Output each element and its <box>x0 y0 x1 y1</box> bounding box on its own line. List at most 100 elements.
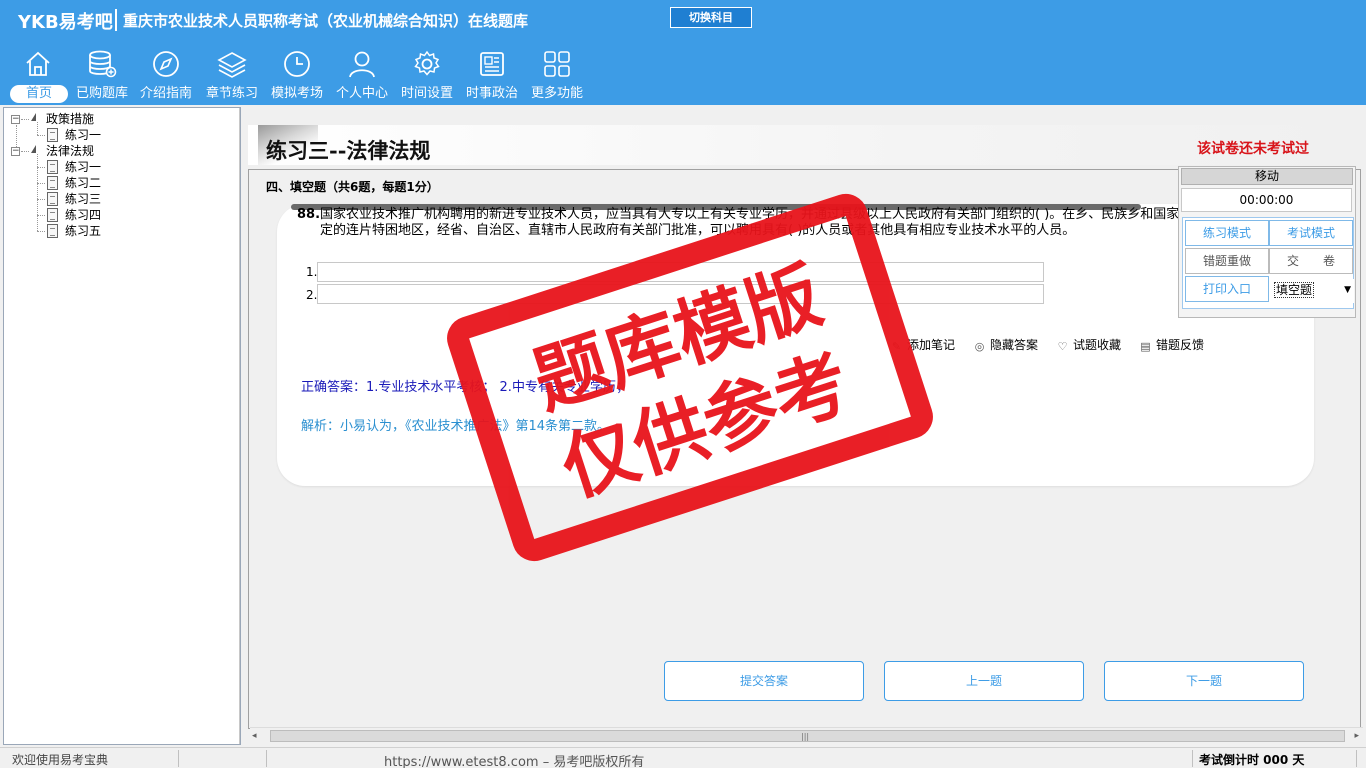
section-heading: 四、填空题（共6题，每题1分） <box>266 180 439 194</box>
nav-home[interactable]: 首页 <box>6 45 70 103</box>
prev-question-button[interactable]: 上一题 <box>884 661 1084 701</box>
grid-icon <box>544 51 570 77</box>
answer-input-2[interactable] <box>317 284 1044 304</box>
collapse-toggle-icon[interactable]: − <box>11 115 20 124</box>
chapter-tree: − 政策措施 练习一 − 法律法规 练习一 练习二 练习三 练习四 练习五 <box>3 107 241 745</box>
exam-status-text: 该试卷还未考试过 <box>1197 141 1309 157</box>
tree-connector <box>21 119 29 120</box>
add-note-button[interactable]: ✎ 添加笔记 <box>890 336 955 353</box>
tree-item-exercise[interactable]: 练习一 <box>65 127 101 143</box>
nav-chapter-practice[interactable]: 章节练习 <box>200 45 264 103</box>
eye-icon: ◎ <box>974 340 985 353</box>
nav-time-settings[interactable]: 时间设置 <box>395 45 459 103</box>
tree-item-exercise[interactable]: 练习一 <box>65 159 101 175</box>
layers-icon <box>217 52 247 78</box>
tree-connector <box>37 167 45 168</box>
nav-label: 已购题库 <box>75 86 128 101</box>
chevron-down-icon: ▼ <box>1344 285 1351 295</box>
tree-item-exercise[interactable]: 练习四 <box>65 207 101 223</box>
nav-label: 更多功能 <box>530 86 583 101</box>
copyright-text: https://www.etest8.com – 易考吧版权所有 <box>384 755 645 768</box>
app-title: 重庆市农业技术人员职称考试（农业机械综合知识）在线题库 <box>123 12 529 30</box>
nav-label: 时间设置 <box>400 86 453 101</box>
exam-mode-button[interactable]: 考试模式 <box>1269 220 1353 246</box>
collapse-toggle-icon[interactable]: − <box>11 147 20 156</box>
nav-label: 模拟考场 <box>270 86 323 101</box>
tree-item-exercise[interactable]: 练习二 <box>65 175 101 191</box>
tree-connector <box>37 183 45 184</box>
compass-icon <box>153 51 179 77</box>
print-button[interactable]: 打印入口 <box>1185 276 1269 302</box>
control-grid: 练习模式 考试模式 错题重做 交 卷 打印入口 填空题 ▼ <box>1182 217 1354 309</box>
status-divider <box>178 750 179 767</box>
exercise-doc-icon <box>47 208 58 222</box>
nav-label: 个人中心 <box>335 86 388 101</box>
main-nav: 首页 已购题库 介绍指南 章节练习 模拟考场 个人中心 时间设置 时事政治 更多… <box>0 45 620 105</box>
nav-purchased[interactable]: 已购题库 <box>70 45 134 103</box>
nav-more[interactable]: 更多功能 <box>525 45 589 103</box>
scroll-left-icon[interactable]: ◂ <box>252 731 257 741</box>
exercise-doc-icon <box>47 160 58 174</box>
app-logo: YKB易考吧 <box>18 12 113 33</box>
action-label: 隐藏答案 <box>990 338 1039 352</box>
welcome-text: 欢迎使用易考宝典 <box>12 753 109 767</box>
status-bar: 欢迎使用易考宝典 https://www.etest8.com – 易考吧版权所… <box>0 747 1366 768</box>
question-type-value: 填空题 <box>1274 282 1315 298</box>
scrollbar-thumb[interactable]: ||| <box>270 730 1345 742</box>
exam-timer: 00:00:00 <box>1181 188 1352 212</box>
move-handle[interactable]: 移动 <box>1181 168 1353 185</box>
tree-connector <box>37 154 38 231</box>
heart-icon: ♡ <box>1057 340 1068 353</box>
practice-mode-button[interactable]: 练习模式 <box>1185 220 1269 246</box>
nav-personal-center[interactable]: 个人中心 <box>330 45 394 103</box>
submit-paper-button[interactable]: 交 卷 <box>1269 248 1353 274</box>
gear-icon <box>414 50 440 76</box>
status-divider <box>1192 750 1193 767</box>
tree-connector <box>37 122 38 135</box>
tree-group-policy[interactable]: 政策措施 <box>46 111 94 127</box>
question-type-select[interactable]: 填空题 ▼ <box>1272 279 1354 303</box>
action-label: 添加笔记 <box>907 338 956 352</box>
nav-label: 时事政治 <box>465 86 518 101</box>
nav-guide[interactable]: 介绍指南 <box>134 45 198 103</box>
question-text: 国家农业技术推广机构聘用的新进专业技术人员，应当具有大专以上有关专业学历，并通过… <box>320 207 1193 238</box>
correct-answer: 正确答案：1.专业技术水平考核； 2.中专有关专业学历； <box>301 380 629 395</box>
submit-answer-button[interactable]: 提交答案 <box>664 661 864 701</box>
horizontal-scrollbar[interactable]: ◂ ||| ▸ <box>250 727 1363 744</box>
database-icon <box>89 50 117 78</box>
feedback-icon: ▤ <box>1140 340 1151 353</box>
user-icon <box>349 51 375 78</box>
exercise-doc-icon <box>47 176 58 190</box>
exercise-doc-icon <box>47 192 58 206</box>
status-divider <box>266 750 267 767</box>
tree-item-exercise[interactable]: 练习三 <box>65 191 101 207</box>
tree-connector <box>37 215 45 216</box>
hide-answer-button[interactable]: ◎ 隐藏答案 <box>973 336 1038 353</box>
nav-current-affairs[interactable]: 时事政治 <box>460 45 524 103</box>
action-label: 错题反馈 <box>1156 338 1205 352</box>
news-icon <box>480 52 504 76</box>
scroll-right-icon[interactable]: ▸ <box>1354 731 1359 741</box>
tree-connector <box>21 151 29 152</box>
favorite-question-button[interactable]: ♡ 试题收藏 <box>1056 336 1121 353</box>
tree-connector <box>37 231 45 232</box>
error-feedback-button[interactable]: ▤ 错题反馈 <box>1139 336 1204 353</box>
status-divider <box>1356 750 1357 767</box>
answer-analysis: 解析：小易认为，《农业技术推广法》第14条第二款。 <box>301 419 611 434</box>
tree-item-exercise[interactable]: 练习五 <box>65 223 101 239</box>
answer-input-1[interactable] <box>317 262 1044 282</box>
folder-triangle-icon <box>31 145 36 153</box>
next-question-button[interactable]: 下一题 <box>1104 661 1304 701</box>
nav-mock-exam[interactable]: 模拟考场 <box>265 45 329 103</box>
tree-connector <box>37 199 45 200</box>
nav-label: 章节练习 <box>205 86 258 101</box>
answer-label: 1. <box>306 265 318 279</box>
exercise-doc-icon <box>47 128 58 142</box>
logo-divider <box>115 9 117 31</box>
clock-icon <box>284 51 310 77</box>
exam-countdown: 考试倒计时 000 天 <box>1199 753 1305 767</box>
tree-group-law[interactable]: 法律法规 <box>46 143 94 159</box>
switch-subject-button[interactable]: 切换科目 <box>670 7 752 28</box>
redo-wrong-button[interactable]: 错题重做 <box>1185 248 1269 274</box>
exercise-doc-icon <box>47 224 58 238</box>
